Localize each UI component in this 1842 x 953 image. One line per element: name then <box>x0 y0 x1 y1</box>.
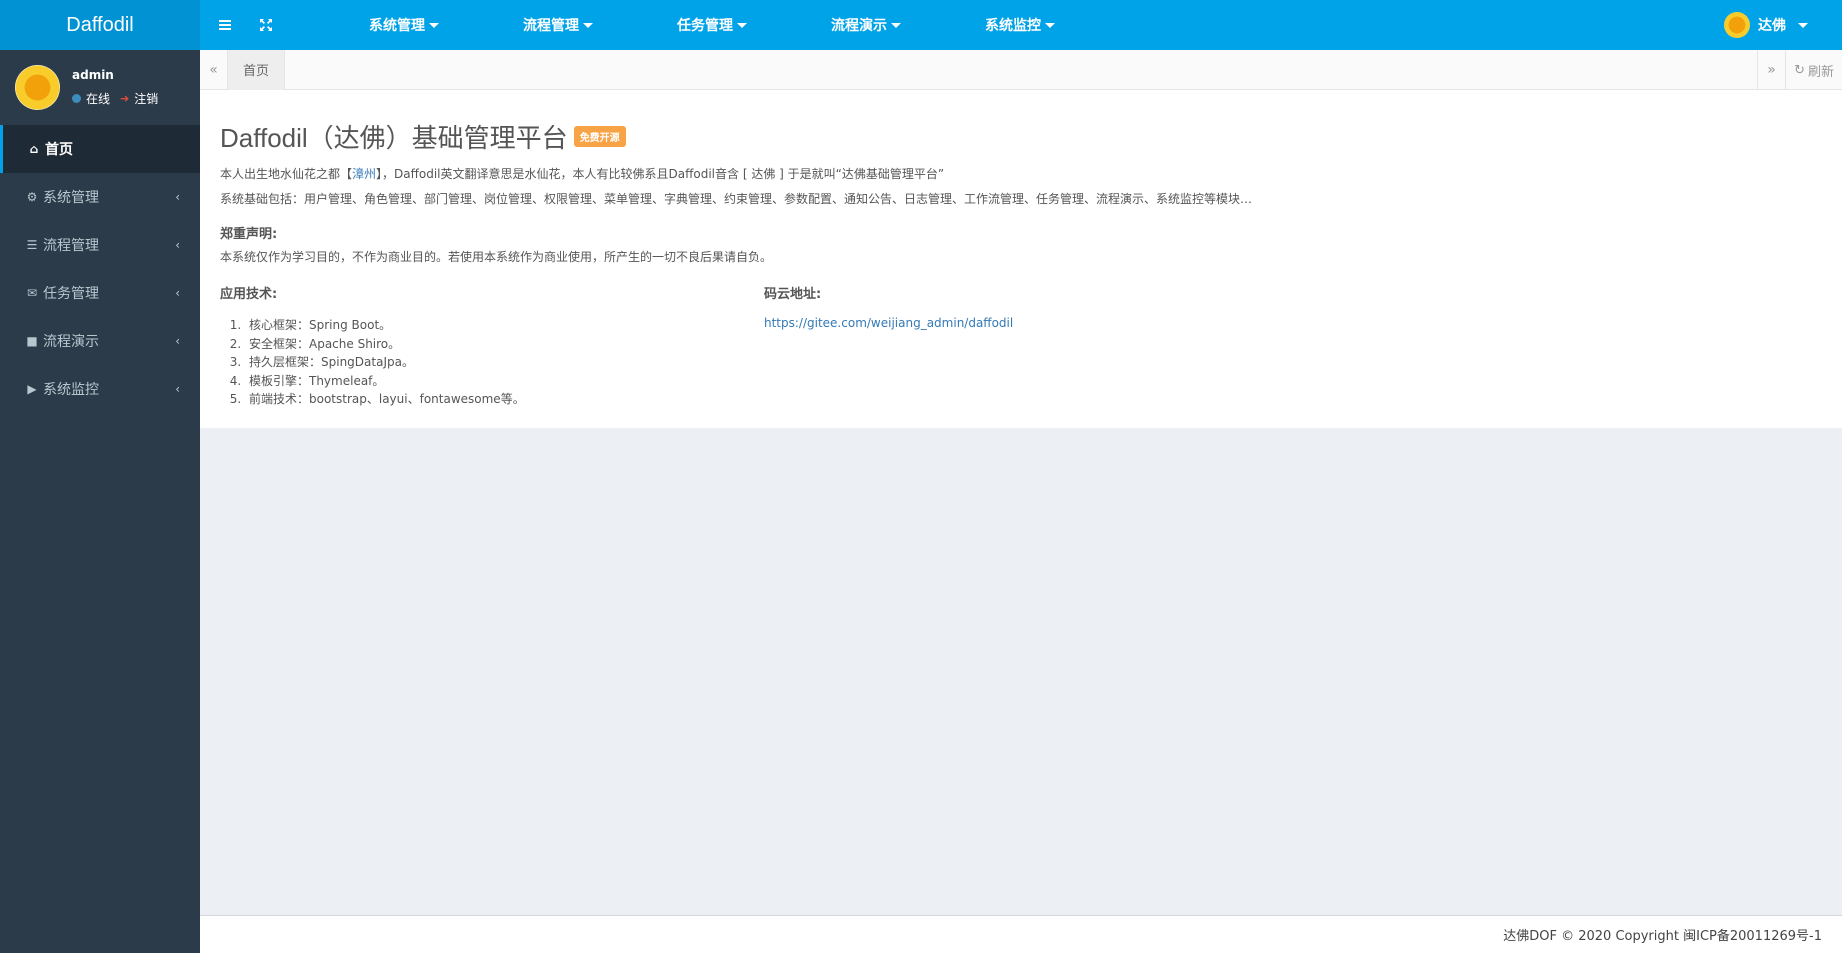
status-badge: 免费开源 <box>573 126 626 147</box>
sidebar-item-label: 流程演示 <box>43 334 99 350</box>
sidebar: admin 在线 ➜ 注销 ⌂ 首页 ⚙ 系统管理 ‹ ☰ 流程管理 ‹ ✉ 任… <box>0 50 200 953</box>
disclaimer-heading: 郑重声明: <box>220 227 278 242</box>
caret-down-icon <box>891 22 901 28</box>
repo-heading: 码云地址: <box>764 287 822 302</box>
sliders-icon: ☰ <box>26 238 38 252</box>
sidebar-toggle-button[interactable] <box>200 0 250 50</box>
user-menu-name: 达佛 <box>1758 18 1786 34</box>
intro-paragraph: 本人出生地水仙花之都【漳州】，Daffodil英文翻译意思是水仙花，本人有比较佛… <box>220 165 1822 184</box>
backward-icon: « <box>209 61 218 78</box>
topnav-label: 流程管理 <box>523 18 579 34</box>
refresh-button[interactable]: ↻ 刷新 <box>1785 50 1842 90</box>
list-item: 核心框架：Spring Boot。 <box>245 316 764 335</box>
disclaimer-paragraph: 本系统仅作为学习目的，不作为商业目的。若使用本系统作为商业使用，所产生的一切不良… <box>220 250 773 264</box>
tab-home[interactable]: 首页 <box>228 49 286 90</box>
forward-icon: » <box>1767 62 1776 78</box>
online-status-label: 在线 <box>86 92 111 106</box>
topnav-system-monitor[interactable]: 系统监控 <box>970 0 1070 50</box>
caret-down-icon <box>1045 22 1055 28</box>
sign-out-icon[interactable]: ➜ <box>120 92 129 105</box>
topnav-system-management[interactable]: 系统管理 <box>354 0 454 50</box>
tabs-scroll-right-button[interactable]: » <box>1757 50 1785 90</box>
sidebar-menu: ⌂ 首页 ⚙ 系统管理 ‹ ☰ 流程管理 ‹ ✉ 任务管理 ‹ ■ 流程演示 ‹… <box>0 125 200 413</box>
sidebar-item-label: 首页 <box>45 142 73 158</box>
caret-down-icon <box>429 22 439 28</box>
intro-location-link[interactable]: 漳州 <box>352 167 376 181</box>
top-menu: 系统管理 流程管理 任务管理 流程演示 系统监控 <box>354 0 1070 50</box>
app-logo[interactable]: Daffodil <box>0 0 200 50</box>
list-item: 前端技术：bootstrap、layui、fontawesome等。 <box>245 390 764 409</box>
modules-paragraph: 系统基础包括：用户管理、角色管理、部门管理、岗位管理、权限管理、菜单管理、字典管… <box>220 192 1253 206</box>
user-name: admin <box>72 68 114 82</box>
refresh-icon: ↻ <box>1794 62 1805 78</box>
avatar <box>1724 12 1750 38</box>
chevron-left-icon: ‹ <box>175 334 180 348</box>
topnav-label: 系统监控 <box>985 18 1041 34</box>
sidebar-item-home[interactable]: ⌂ 首页 <box>0 125 200 173</box>
caret-down-icon <box>583 22 593 28</box>
topnav-process-management[interactable]: 流程管理 <box>508 0 608 50</box>
refresh-label: 刷新 <box>1807 64 1834 80</box>
video-camera-icon: ▶ <box>27 382 37 396</box>
topnav-label: 系统管理 <box>369 18 425 34</box>
topnav-task-management[interactable]: 任务管理 <box>662 0 762 50</box>
avatar <box>15 65 60 110</box>
list-item: 模板引擎：Thymeleaf。 <box>245 372 764 391</box>
expand-icon <box>260 19 272 31</box>
sidebar-item-task-management[interactable]: ✉ 任务管理 ‹ <box>0 269 200 317</box>
tech-section: 应用技术: 核心框架：Spring Boot。 安全框架：Apache Shir… <box>220 269 764 409</box>
chevron-left-icon: ‹ <box>175 382 180 396</box>
sidebar-item-system-monitor[interactable]: ▶ 系统监控 ‹ <box>0 365 200 413</box>
intro-post: 】，Daffodil英文翻译意思是水仙花，本人有比较佛系且Daffodil音含 … <box>376 167 945 181</box>
page-title-text: Daffodil（达佛）基础管理平台 <box>220 123 568 153</box>
page-title: Daffodil（达佛）基础管理平台 免费开源 <box>220 118 1822 155</box>
sidebar-item-label: 任务管理 <box>43 286 99 302</box>
fullscreen-button[interactable] <box>250 0 282 50</box>
list-item: 安全框架：Apache Shiro。 <box>245 335 764 354</box>
tech-heading: 应用技术: <box>220 287 278 302</box>
list-item: 持久层框架：SpingDataJpa。 <box>245 353 764 372</box>
repo-link[interactable]: https://gitee.com/weijiang_admin/daffodi… <box>764 316 1308 330</box>
home-icon: ⌂ <box>29 142 39 156</box>
sidebar-item-system-management[interactable]: ⚙ 系统管理 ‹ <box>0 173 200 221</box>
repo-section: 码云地址: https://gitee.com/weijiang_admin/d… <box>764 269 1308 409</box>
envelope-icon: ✉ <box>26 286 38 300</box>
page-tabs-bar: « 首页 » ↻ 刷新 <box>200 49 1842 90</box>
chevron-left-icon: ‹ <box>175 286 180 300</box>
topnav-process-demo[interactable]: 流程演示 <box>816 0 916 50</box>
caret-down-icon <box>737 22 747 28</box>
user-menu-button[interactable]: 达佛 <box>1724 0 1808 50</box>
gear-icon: ⚙ <box>26 190 38 204</box>
footer-copyright: 达佛DOF © 2020 Copyright 闽ICP备20011269号-1 <box>1503 929 1822 944</box>
tech-list: 核心框架：Spring Boot。 安全框架：Apache Shiro。 持久层… <box>245 316 764 409</box>
main-content: Daffodil（达佛）基础管理平台 免费开源 本人出生地水仙花之都【漳州】，D… <box>200 90 1842 428</box>
gift-icon: ■ <box>26 334 38 348</box>
bars-icon <box>219 20 231 30</box>
sidebar-item-label: 系统管理 <box>43 190 99 206</box>
caret-down-icon <box>1798 22 1808 28</box>
logout-link[interactable]: 注销 <box>134 90 158 107</box>
topnav-label: 任务管理 <box>677 18 733 34</box>
sidebar-item-process-management[interactable]: ☰ 流程管理 ‹ <box>0 221 200 269</box>
intro-pre: 本人出生地水仙花之都【 <box>220 167 353 181</box>
sidebar-item-label: 系统监控 <box>43 382 99 398</box>
user-panel: admin 在线 ➜ 注销 <box>0 50 200 125</box>
sidebar-item-label: 流程管理 <box>43 238 99 254</box>
chevron-left-icon: ‹ <box>175 190 180 204</box>
footer: 达佛DOF © 2020 Copyright 闽ICP备20011269号-1 <box>200 915 1842 953</box>
tabs-scroll-left-button[interactable]: « <box>200 49 228 90</box>
sidebar-item-process-demo[interactable]: ■ 流程演示 ‹ <box>0 317 200 365</box>
chevron-left-icon: ‹ <box>175 238 180 252</box>
topnav-label: 流程演示 <box>831 18 887 34</box>
online-status-icon <box>72 94 81 103</box>
top-navbar: Daffodil 系统管理 流程管理 任务管理 流程演示 系统监控 达佛 <box>0 0 1842 50</box>
